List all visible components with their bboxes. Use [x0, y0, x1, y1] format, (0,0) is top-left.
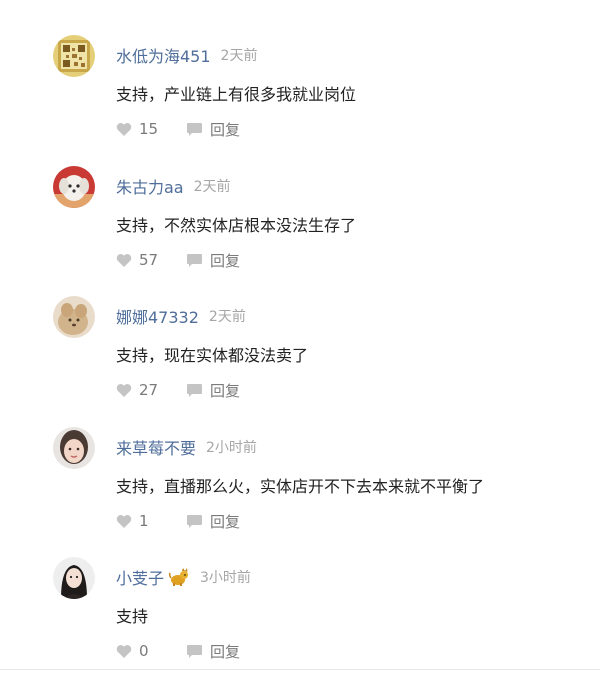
username[interactable]: 娜娜47332 [116, 304, 199, 328]
comment-text: 支持，产业链上有很多我就业岗位 [116, 85, 357, 104]
woman-portrait-avatar-icon [53, 427, 95, 469]
divider [0, 669, 600, 670]
username[interactable]: 水低为海451 [116, 43, 211, 67]
timestamp: 3小时前 [200, 570, 251, 586]
comment-bubble-icon [187, 644, 202, 658]
white-dog-avatar-icon [53, 166, 95, 208]
comment-text: 支持，现在实体都没法卖了 [116, 346, 309, 365]
heart-icon [116, 644, 132, 658]
comment-item: 小芰子 3小时前 支持 0 回复 [0, 522, 600, 661]
user-avatar[interactable] [53, 296, 95, 338]
like-button[interactable]: 0 [116, 642, 178, 660]
comment-text: 支持，直播那么火，实体店开不下去本来就不平衡了 [116, 477, 485, 496]
comment-item: 来草莓不要 2小时前 支持，直播那么火，实体店开不下去本来就不平衡了 1 回复 [0, 392, 600, 531]
user-avatar[interactable] [53, 427, 95, 469]
username[interactable]: 来草莓不要 [116, 435, 196, 459]
timestamp: 2天前 [208, 309, 246, 325]
timestamp: 2小时前 [206, 440, 257, 456]
woman-dark-hair-avatar-icon [53, 557, 95, 599]
user-avatar[interactable] [53, 35, 95, 77]
like-count: 0 [139, 642, 149, 660]
dog-badge-icon [168, 567, 190, 587]
reply-label: 回复 [210, 642, 241, 661]
reply-button[interactable]: 回复 [186, 641, 240, 662]
comment-text: 支持 [116, 607, 149, 626]
timestamp: 2天前 [220, 48, 258, 64]
user-avatar[interactable] [53, 557, 95, 599]
comment-text: 支持，不然实体店根本没法生存了 [116, 216, 357, 235]
qr-pattern-avatar-icon [53, 35, 95, 77]
timestamp: 2天前 [193, 179, 231, 195]
username[interactable]: 朱古力aa [116, 174, 184, 198]
comment-item: 朱古力aa 2天前 支持，不然实体店根本没法生存了 57 回复 [0, 131, 600, 270]
username[interactable]: 小芰子 [116, 565, 164, 589]
beige-pet-avatar-icon [53, 296, 95, 338]
comment-item: 娜娜47332 2天前 支持，现在实体都没法卖了 27 回复 [0, 261, 600, 400]
user-avatar[interactable] [53, 166, 95, 208]
comment-item: 水低为海451 2天前 支持，产业链上有很多我就业岗位 15 回复 [0, 0, 600, 139]
